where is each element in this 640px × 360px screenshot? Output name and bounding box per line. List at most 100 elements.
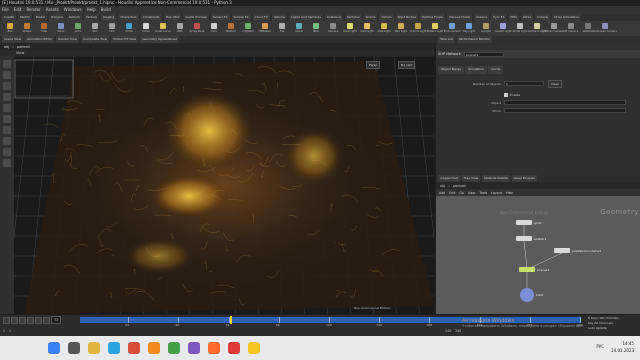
- network-menu-layout[interactable]: Layout: [491, 191, 502, 195]
- timeline-playhead[interactable]: [230, 316, 232, 324]
- app-green-icon[interactable]: [168, 342, 180, 354]
- xform-field[interactable]: [504, 108, 626, 113]
- shelf-tool-button[interactable]: Circle: [121, 21, 137, 36]
- shelf-tool-button[interactable]: Line: [104, 21, 120, 36]
- shelf-tool-button[interactable]: Point Light: [342, 21, 358, 36]
- number-of-objects-field[interactable]: 1: [504, 81, 544, 86]
- shelf-tab[interactable]: FEM: [508, 14, 519, 21]
- windows-icon[interactable]: [48, 342, 60, 354]
- shelf-tab[interactable]: Characters: [118, 14, 139, 21]
- network-menu-go[interactable]: Go: [459, 191, 463, 195]
- shelf-tool-button[interactable]: File: [274, 21, 290, 36]
- shelf-tool-button[interactable]: Ambient Light: [528, 21, 546, 36]
- explorer-icon[interactable]: [88, 342, 100, 354]
- shelf-tool-button[interactable]: Environment: [444, 21, 460, 36]
- language-indicator[interactable]: РУС: [596, 344, 604, 349]
- shelf-tool-button[interactable]: Switcher: [580, 21, 596, 36]
- shelf-tool-button[interactable]: Platonic: [223, 21, 239, 36]
- play-icon[interactable]: [35, 316, 42, 324]
- shelf-tab[interactable]: Particles: [345, 14, 362, 21]
- scene-viewport[interactable]: Persp No cam Non-Commercial Edition: [14, 56, 434, 314]
- shelf-tool-button[interactable]: Gamepad Camera: [593, 21, 617, 36]
- range-start-1[interactable]: 1: [3, 329, 5, 333]
- shelf-tool-button[interactable]: L-System: [240, 21, 256, 36]
- node-pointsfromvolume1[interactable]: pointsfromvolume1: [554, 248, 601, 253]
- network-menu-help[interactable]: Help: [506, 191, 513, 195]
- shelf-tab[interactable]: Simple FX: [231, 14, 251, 21]
- app-yellow-icon[interactable]: [248, 342, 260, 354]
- network-menu-tools[interactable]: Tools: [479, 191, 487, 195]
- net-path-portrait[interactable]: portrait: [453, 184, 466, 188]
- shelf-tool-button[interactable]: Portal Light: [512, 21, 528, 36]
- shelf-tool-button[interactable]: Volume Light: [410, 21, 426, 36]
- network-editor[interactable]: Non-Commercial Edition Geometry grid1 sc…: [436, 196, 640, 314]
- shelf-tab[interactable]: Crowds: [535, 14, 551, 21]
- shelf-tool-button[interactable]: Box: [2, 21, 18, 36]
- node-grid1[interactable]: grid1: [516, 220, 542, 225]
- jump-start-icon[interactable]: [3, 316, 10, 324]
- param-subtab[interactable]: Object Merge: [438, 66, 465, 74]
- shelf-tool-button[interactable]: Sphere: [19, 21, 35, 36]
- network-menu-view[interactable]: View: [468, 191, 476, 195]
- path-portrait[interactable]: portrait: [17, 45, 30, 49]
- param-pane-tab[interactable]: Take List: [438, 36, 455, 43]
- view-tool-icon[interactable]: [3, 126, 11, 134]
- shelf-tab[interactable]: Texture: [83, 14, 99, 21]
- shelf-tool-button[interactable]: Curve: [138, 21, 154, 36]
- network-pane-tab[interactable]: Material Palette: [482, 175, 510, 182]
- shelf-tab[interactable]: Polygon: [48, 14, 65, 21]
- shelf-tab[interactable]: Terrain FX: [210, 14, 230, 21]
- clear-button[interactable]: Clear: [548, 79, 562, 88]
- network-pane-tab[interactable]: /obj/portrait: [438, 175, 460, 182]
- menu-help[interactable]: Help: [87, 6, 96, 14]
- handle-tool-icon[interactable]: [3, 104, 11, 112]
- current-frame-field[interactable]: 72: [51, 316, 62, 324]
- menu-render[interactable]: Render: [26, 6, 40, 14]
- shelf-tool-button[interactable]: Path: [172, 21, 188, 36]
- network-pane-tab[interactable]: Tree View: [461, 175, 481, 182]
- scale-tool-icon[interactable]: [3, 93, 11, 101]
- system-clock[interactable]: 14:45 24.01.2023: [611, 340, 634, 354]
- shelf-tool-button[interactable]: Spray Paint: [189, 21, 205, 36]
- net-path-obj[interactable]: obj: [440, 184, 445, 188]
- render-region-icon[interactable]: [3, 148, 11, 156]
- shelf-tab[interactable]: Lights and Cameras: [288, 14, 323, 21]
- shelf-tab[interactable]: Particle Fluids: [420, 14, 445, 21]
- app-purple-icon[interactable]: [188, 342, 200, 354]
- scene-pane-tab[interactable]: Render View: [56, 36, 80, 43]
- shelf-tab[interactable]: Oceans: [474, 14, 490, 21]
- step-back-icon[interactable]: [11, 316, 18, 324]
- shelf-tab[interactable]: Rigging: [100, 14, 117, 21]
- network-pane-tab[interactable]: Asset Browser: [511, 175, 537, 182]
- path-obj[interactable]: obj: [4, 45, 9, 49]
- shelf-tool-button[interactable]: Sky Light: [461, 21, 477, 36]
- shelf-tool-button[interactable]: Null: [87, 21, 103, 36]
- shelf-tool-button[interactable]: Distant Light: [427, 21, 443, 36]
- shelf-tool-button[interactable]: Stereo Camera: [544, 21, 564, 36]
- shelf-tool-button[interactable]: Spot Light: [359, 21, 375, 36]
- shelf-tool-button[interactable]: Geo Light: [393, 21, 409, 36]
- shelf-tab[interactable]: Pyro FX: [491, 14, 507, 21]
- scene-pane-tab[interactable]: Scene View: [2, 36, 24, 43]
- snap-tool-icon[interactable]: [3, 137, 11, 145]
- rotate-tool-icon[interactable]: [3, 82, 11, 90]
- range-end-1[interactable]: 240: [445, 329, 451, 333]
- shelf-tab[interactable]: Grains: [363, 14, 378, 21]
- shelf-tab[interactable]: Collisions: [324, 14, 344, 21]
- houdini-icon[interactable]: [208, 342, 220, 354]
- select-tool-icon[interactable]: [3, 60, 11, 68]
- yandex-icon[interactable]: [228, 342, 240, 354]
- pose-tool-icon[interactable]: [3, 115, 11, 123]
- shelf-tab[interactable]: Cloud FX: [252, 14, 270, 21]
- range-end-2[interactable]: 240: [455, 329, 461, 333]
- auto-update-button[interactable]: Auto Update: [588, 326, 638, 331]
- search-icon[interactable]: [68, 342, 80, 354]
- menu-file[interactable]: File: [2, 6, 9, 14]
- shelf-tool-button[interactable]: Grid: [70, 21, 86, 36]
- shelf-tab[interactable]: Wires: [520, 14, 534, 21]
- shelf-tool-button[interactable]: Tube: [36, 21, 52, 36]
- network-menu-add[interactable]: Add: [439, 191, 445, 195]
- shelf-tab[interactable]: Constraints: [140, 14, 162, 21]
- menu-assets[interactable]: Assets: [46, 6, 59, 14]
- menu-edit[interactable]: Edit: [14, 6, 22, 14]
